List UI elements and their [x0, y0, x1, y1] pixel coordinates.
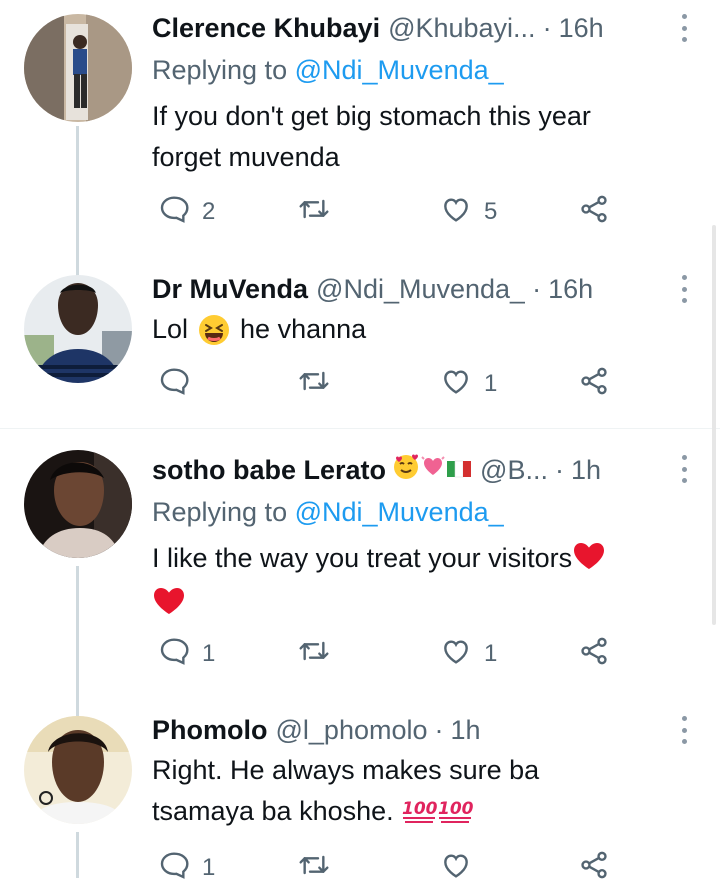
reply-icon: [158, 193, 190, 232]
svg-text:100: 100: [402, 799, 437, 819]
author-handle[interactable]: @Khubayi...: [388, 10, 536, 46]
author-name[interactable]: sotho babe Lerato: [152, 452, 386, 488]
share-button[interactable]: [578, 366, 610, 402]
more-options-icon[interactable]: [680, 275, 688, 303]
tweet-text-part: he vhanna: [240, 314, 367, 344]
timestamp[interactable]: 1h: [571, 452, 601, 488]
author-handle[interactable]: @B...: [480, 452, 548, 488]
share-icon: [578, 635, 610, 674]
retweet-icon: [298, 193, 330, 232]
like-count: 5: [484, 198, 498, 225]
reply-icon: [158, 635, 190, 674]
share-button[interactable]: [578, 194, 610, 230]
tweet-text: Lol he vhanna: [152, 309, 680, 350]
scrollbar[interactable]: [712, 225, 716, 625]
thread-line: [76, 566, 79, 716]
tweet-text-part: Lol: [152, 314, 189, 344]
avatar[interactable]: [24, 450, 132, 558]
action-bar: 1 1: [152, 636, 632, 672]
share-button[interactable]: [578, 850, 610, 886]
action-bar: 1: [152, 366, 632, 402]
retweet-button[interactable]: [298, 366, 342, 402]
heart-icon: [440, 193, 472, 232]
retweet-button[interactable]: [298, 636, 342, 672]
share-button[interactable]: [578, 636, 610, 672]
replying-to-label: Replying to: [152, 55, 288, 85]
heart-icon: [440, 635, 472, 674]
sparkling-heart-icon: [420, 452, 446, 488]
more-options-icon[interactable]: [680, 716, 688, 744]
reply-button[interactable]: 1: [158, 636, 215, 672]
timestamp[interactable]: 1h: [451, 712, 481, 748]
svg-text:100: 100: [438, 799, 473, 819]
retweet-icon: [298, 849, 330, 888]
like-button[interactable]: 1: [440, 636, 497, 672]
like-count: 1: [484, 370, 498, 397]
hundred-points-icon: 100: [401, 794, 438, 836]
action-bar: 1: [152, 850, 632, 886]
avatar[interactable]: [24, 716, 132, 824]
separator-dot: ·: [434, 715, 444, 745]
share-icon: [578, 365, 610, 404]
tweet-text: I like the way you treat your visitors: [152, 538, 680, 628]
heart-icon: [440, 365, 472, 404]
author-name[interactable]: Phomolo: [152, 712, 268, 748]
tweet-text: If you don't get big stomach this year f…: [152, 101, 591, 172]
tweet-text-part: Right. He always makes sure ba tsamaya b…: [152, 755, 540, 826]
reply-button[interactable]: [158, 366, 202, 402]
tweet-header: Clerence Khubayi @Khubayi... · 16h: [152, 10, 660, 46]
replying-to-mention[interactable]: @Ndi_Muvenda_: [295, 55, 504, 85]
author-name[interactable]: Dr MuVenda: [152, 271, 308, 307]
tweet-header: sotho babe Lerato @B... · 1h: [152, 452, 660, 488]
separator-dot: ·: [532, 274, 542, 304]
timestamp[interactable]: 16h: [559, 10, 604, 46]
avatar[interactable]: [24, 14, 132, 122]
tweet-divider: [0, 428, 720, 429]
retweet-button[interactable]: [298, 194, 342, 230]
replying-to-mention[interactable]: @Ndi_Muvenda_: [295, 497, 504, 527]
action-bar: 2 5: [152, 194, 632, 230]
share-icon: [578, 849, 610, 888]
tweet-header: Phomolo @l_phomolo · 1h: [152, 712, 660, 748]
thread-line: [76, 832, 79, 878]
more-options-icon[interactable]: [680, 14, 688, 42]
flag-italy-icon: [446, 452, 472, 488]
tweet-header: Dr MuVenda @Ndi_Muvenda_ · 16h: [152, 271, 660, 307]
red-heart-icon: [152, 586, 186, 628]
reply-count: 1: [202, 640, 216, 667]
separator-dot: ·: [554, 455, 564, 485]
tweet-text: Right. He always makes sure ba tsamaya b…: [152, 750, 622, 836]
reply-icon: [158, 365, 190, 404]
more-options-icon[interactable]: [680, 455, 688, 483]
author-handle[interactable]: @Ndi_Muvenda_: [316, 271, 525, 307]
tweet-text-part: I like the way you treat your visitors: [152, 543, 573, 573]
replying-to-label: Replying to: [152, 497, 288, 527]
like-button[interactable]: 5: [440, 194, 497, 230]
like-count: 1: [484, 640, 498, 667]
separator-dot: ·: [542, 13, 552, 43]
like-button[interactable]: 1: [440, 366, 497, 402]
reply-icon: [158, 849, 190, 888]
retweet-icon: [298, 365, 330, 404]
heart-icon: [440, 849, 472, 888]
author-handle[interactable]: @l_phomolo: [276, 712, 428, 748]
author-name[interactable]: Clerence Khubayi: [152, 10, 380, 46]
red-heart-icon: [572, 541, 606, 583]
smiling-face-with-hearts-icon: [392, 452, 420, 489]
replying-to: Replying to @Ndi_Muvenda_: [152, 52, 504, 88]
avatar[interactable]: [24, 275, 132, 383]
share-icon: [578, 193, 610, 232]
hundred-points-icon: 100: [437, 794, 474, 836]
reply-button[interactable]: 2: [158, 194, 215, 230]
name-emojis: [392, 452, 472, 489]
reply-count: 2: [202, 198, 216, 225]
thread-line: [76, 126, 79, 276]
replying-to: Replying to @Ndi_Muvenda_: [152, 494, 504, 530]
grinning-squinting-face-icon: [198, 314, 230, 346]
retweet-button[interactable]: [298, 850, 342, 886]
retweet-icon: [298, 635, 330, 674]
timestamp[interactable]: 16h: [548, 271, 593, 307]
reply-button[interactable]: 1: [158, 850, 215, 886]
like-button[interactable]: [440, 850, 484, 886]
